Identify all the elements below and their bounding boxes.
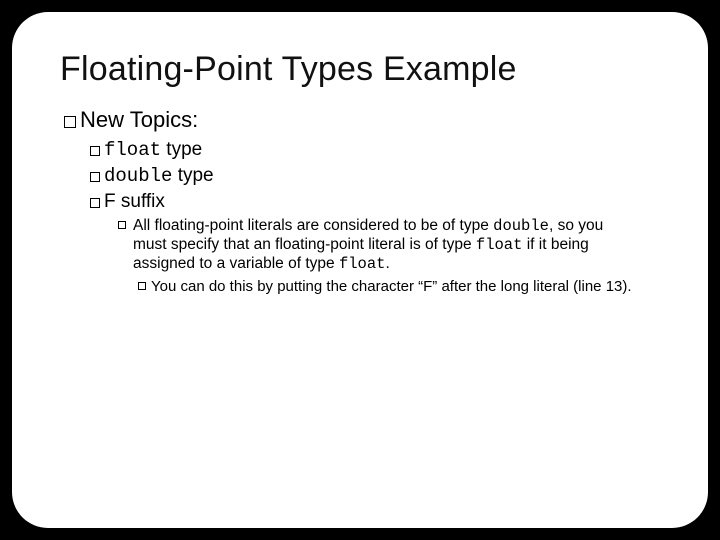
bullet-level4: You can do this by putting the character… — [138, 278, 640, 296]
code-text: double — [493, 217, 549, 235]
code-text: float — [476, 236, 523, 254]
slide-frame: Floating-Point Types Example New Topics:… — [12, 12, 708, 528]
code-text: float — [339, 255, 386, 273]
text-part: . — [385, 255, 389, 272]
square-bullet-icon — [138, 282, 146, 290]
bullet-level1: New Topics: — [64, 107, 660, 133]
text-part: All floating-point literals are consider… — [133, 217, 493, 234]
bullet-level2-fsuffix: F suffix — [90, 191, 660, 213]
bullet-text: New Topics: — [80, 107, 198, 132]
bullet-text: type — [172, 165, 213, 186]
square-bullet-icon — [90, 198, 100, 208]
square-bullet-icon — [118, 221, 126, 229]
bullet-text: You can do this by putting the character… — [151, 278, 632, 295]
bullet-body: All floating-point literals are consider… — [118, 217, 640, 274]
code-text: float — [104, 139, 161, 161]
square-bullet-icon — [90, 146, 100, 156]
code-text: double — [104, 165, 172, 187]
bullet-level2-float: float type — [90, 139, 660, 161]
square-bullet-icon — [90, 172, 100, 182]
bullet-text: type — [161, 139, 202, 160]
bullet-body: You can do this by putting the character… — [138, 278, 640, 296]
bullet-level2-double: double type — [90, 165, 660, 187]
bullet-text: F suffix — [104, 191, 165, 212]
square-bullet-icon — [64, 116, 76, 128]
bullet-level3: All floating-point literals are consider… — [118, 217, 640, 274]
slide-title: Floating-Point Types Example — [60, 50, 660, 89]
